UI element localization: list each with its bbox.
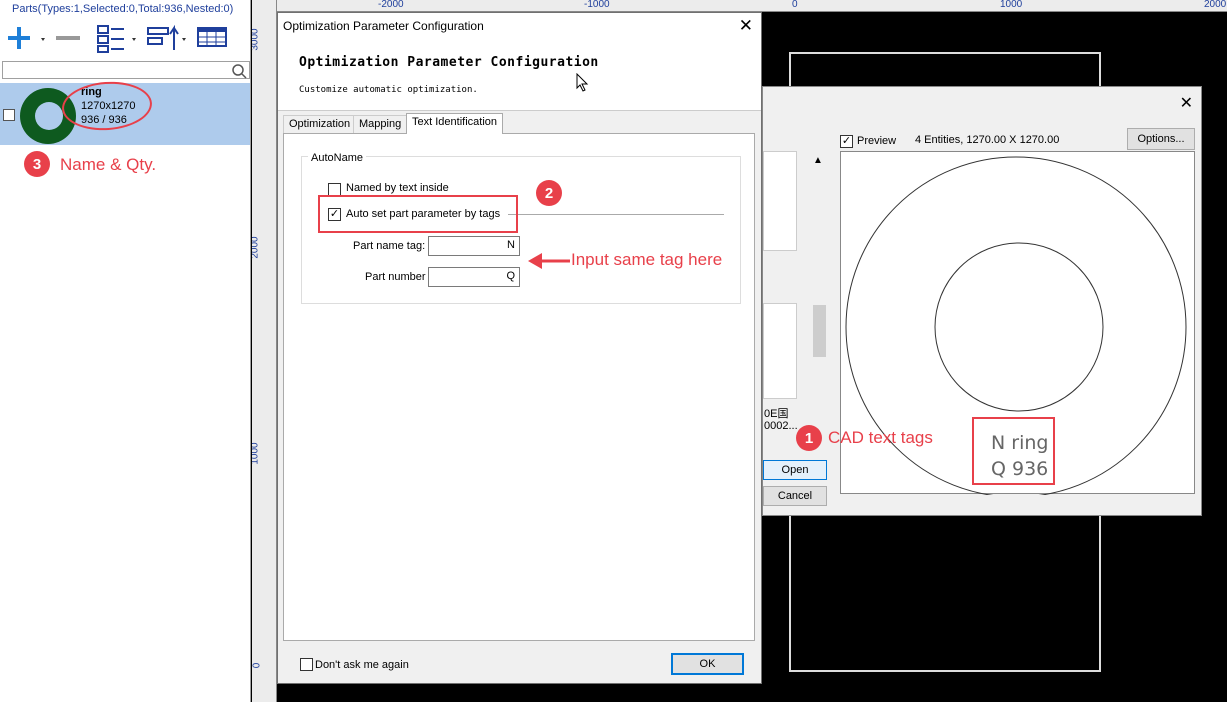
optimization-parameter-dialog: Optimization Parameter Configuration ✕ O… (277, 12, 762, 684)
scroll-up-icon[interactable]: ▲ (813, 155, 823, 166)
part-name-tag-label: Part name tag: (353, 240, 426, 252)
entities-info: 4 Entities, 1270.00 X 1270.00 (915, 134, 1060, 146)
parts-toolbar (0, 22, 251, 58)
list-view-button[interactable] (95, 22, 140, 54)
ruler-tick-label: 2000 (1204, 0, 1227, 10)
annotation-label: CAD text tags (828, 428, 933, 447)
dialog-heading: Optimization Parameter Configuration (299, 55, 599, 70)
part-number-input[interactable]: Q (428, 267, 520, 287)
part-number-label: Part number (365, 271, 426, 283)
ruler-tick-label: 0 (252, 662, 263, 669)
left-ruler: 3000 2000 1000 0 (252, 0, 277, 702)
list-icon (97, 25, 136, 53)
ruler-tick-label: -2000 (378, 0, 404, 10)
sort-icon (147, 24, 186, 50)
part-checkbox[interactable] (3, 109, 15, 121)
annotation-label: Name & Qty. (60, 155, 157, 174)
mouse-cursor-icon (576, 73, 589, 92)
tab-text-identification[interactable]: Text Identification (406, 113, 503, 134)
scrollbar-thumb[interactable] (813, 305, 826, 357)
file-thumbnail[interactable] (763, 303, 797, 399)
ruler-tick-label: 1000 (1000, 0, 1023, 10)
options-button[interactable]: Options... (1127, 128, 1195, 150)
top-ruler: -2000 -1000 0 1000 2000 (252, 0, 1227, 12)
search-icon[interactable] (231, 63, 247, 79)
dont-ask-label: Don't ask me again (315, 659, 409, 671)
arrow-left-icon (528, 253, 570, 269)
dialog-titlebar: Optimization Parameter Configuration ✕ (278, 13, 761, 41)
file-name-label: 0002... (764, 420, 798, 432)
tab-optimization[interactable]: Optimization (283, 115, 357, 134)
open-button[interactable]: Open (763, 460, 827, 480)
table-icon (197, 27, 227, 47)
remove-part-button[interactable] (52, 22, 84, 54)
ok-button[interactable]: OK (671, 653, 744, 675)
annotation-label: Input same tag here (571, 250, 723, 269)
ruler-tick-label: 1000 (252, 442, 261, 465)
file-name-label: 0E国 (764, 408, 789, 420)
ruler-tick-label: 3000 (252, 28, 261, 51)
plus-icon (8, 27, 45, 49)
dont-ask-checkbox[interactable] (300, 658, 313, 671)
dialog-subheading: Customize automatic optimization. (299, 85, 478, 95)
close-icon[interactable]: ✕ (739, 16, 753, 36)
minus-icon (56, 36, 80, 40)
cancel-button[interactable]: Cancel (763, 486, 827, 506)
divider (508, 214, 724, 215)
ruler-tick-label: 0 (792, 0, 798, 10)
annotation-badge: 2 (536, 180, 562, 206)
annotation-highlight (972, 417, 1055, 485)
annotation-badge: 3 (24, 151, 50, 177)
add-part-button[interactable] (4, 22, 46, 54)
dialog-title: Optimization Parameter Configuration (283, 19, 484, 33)
named-by-text-label: Named by text inside (346, 182, 449, 194)
table-view-button[interactable] (196, 22, 228, 54)
parts-panel: Parts(Types:1,Selected:0,Total:936,Neste… (0, 0, 251, 702)
ruler-tick-label: -1000 (584, 0, 610, 10)
annotation-badge: 1 (796, 425, 822, 451)
preview-label: Preview (857, 135, 897, 147)
dialog-header: Optimization Parameter Configuration Cus… (278, 41, 761, 111)
group-label: AutoName (308, 152, 366, 164)
parts-search-input[interactable] (2, 61, 250, 79)
annotation-highlight (318, 195, 518, 233)
tab-mapping[interactable]: Mapping (353, 115, 408, 134)
sort-button[interactable] (145, 22, 190, 54)
file-thumbnail[interactable] (763, 151, 797, 251)
preview-checkbox[interactable]: ✓ (840, 135, 853, 148)
part-name-tag-input[interactable]: N (428, 236, 520, 256)
ruler-tick-label: 2000 (252, 236, 261, 259)
close-icon[interactable]: ✕ (1180, 93, 1193, 113)
parts-summary: Parts(Types:1,Selected:0,Total:936,Neste… (12, 3, 234, 15)
